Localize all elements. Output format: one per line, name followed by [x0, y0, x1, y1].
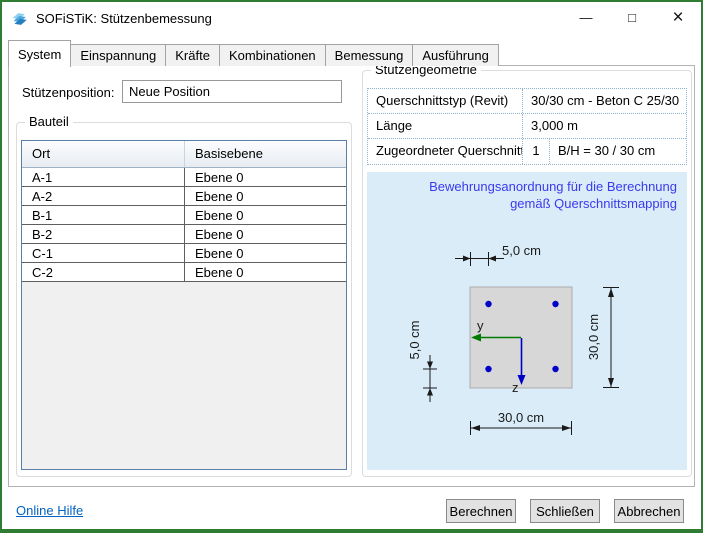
- window-controls: — □ ×: [563, 2, 701, 33]
- table-row[interactable]: C-1 Ebene 0: [22, 244, 346, 263]
- maximize-button[interactable]: □: [609, 2, 655, 33]
- table-row[interactable]: B-2 Ebene 0: [22, 225, 346, 244]
- table-row[interactable]: A-2 Ebene 0: [22, 187, 346, 206]
- property-label: Länge: [368, 114, 523, 138]
- tab-page-system: Stützenposition: Bauteil Ort Basisebene …: [8, 65, 695, 487]
- tab-ausfuehrung[interactable]: Ausführung: [412, 44, 499, 66]
- online-help-link[interactable]: Online Hilfe: [16, 503, 83, 518]
- tab-system[interactable]: System: [8, 40, 71, 67]
- property-value: 30/30 cm - Beton C 25/30: [523, 89, 686, 113]
- property-row-laenge: Länge 3,000 m: [368, 114, 686, 139]
- dialog-window: SOFiSTiK: Stützenbemessung — □ × System …: [0, 0, 703, 533]
- geometrie-property-table: Querschnittstyp (Revit) 30/30 cm - Beton…: [367, 88, 687, 165]
- column-header-basisebene[interactable]: Basisebene: [185, 141, 346, 167]
- cross-section-diagram: y z 5,0 cm: [367, 172, 687, 470]
- property-value: B/H = 30 / 30 cm: [550, 139, 686, 164]
- cell-ort: A-1: [22, 168, 185, 186]
- dimension-left: [423, 355, 437, 402]
- abbrechen-button[interactable]: Abbrechen: [614, 499, 684, 523]
- cell-ort: B-1: [22, 206, 185, 224]
- bauteil-legend: Bauteil: [25, 114, 73, 129]
- schliessen-button[interactable]: Schließen: [530, 499, 600, 523]
- cell-ebene: Ebene 0: [185, 168, 346, 186]
- tab-einspannung[interactable]: Einspannung: [70, 44, 166, 66]
- cell-ebene: Ebene 0: [185, 225, 346, 243]
- cell-ebene: Ebene 0: [185, 263, 346, 281]
- tab-bemessung[interactable]: Bemessung: [325, 44, 414, 66]
- cell-ort: C-1: [22, 244, 185, 262]
- dimension-right-label: 30,0 cm: [586, 314, 601, 360]
- querschnitt-index-field[interactable]: 1: [523, 139, 550, 164]
- bauteil-groupbox: Bauteil Ort Basisebene A-1 Ebene 0 A-2 E…: [16, 122, 352, 477]
- sofistik-logo-icon: [11, 10, 28, 27]
- cell-ebene: Ebene 0: [185, 187, 346, 205]
- table-row[interactable]: C-2 Ebene 0: [22, 263, 346, 282]
- property-value: 3,000 m: [523, 114, 686, 138]
- bauteil-table-header: Ort Basisebene: [22, 141, 346, 168]
- cell-ebene: Ebene 0: [185, 244, 346, 262]
- geometrie-groupbox: Stützengeometrie Querschnittstyp (Revit)…: [362, 70, 692, 477]
- property-label: Zugeordneter Querschnitt: [368, 139, 523, 164]
- title-bar: SOFiSTiK: Stützenbemessung — □ ×: [2, 2, 701, 34]
- tab-kraefte[interactable]: Kräfte: [165, 44, 220, 66]
- close-button[interactable]: ×: [655, 2, 701, 33]
- window-title: SOFiSTiK: Stützenbemessung: [36, 11, 212, 26]
- z-axis-label: z: [512, 380, 519, 395]
- column-header-ort[interactable]: Ort: [22, 141, 185, 167]
- table-row[interactable]: B-1 Ebene 0: [22, 206, 346, 225]
- cell-ebene: Ebene 0: [185, 206, 346, 224]
- cell-ort: C-2: [22, 263, 185, 281]
- bauteil-table: Ort Basisebene A-1 Ebene 0 A-2 Ebene 0 B…: [21, 140, 347, 470]
- dimension-bottom-label: 30,0 cm: [498, 410, 544, 425]
- cross-section-drawing-area: Bewehrungsanordnung für die Berechnung g…: [367, 172, 687, 470]
- y-axis-label: y: [477, 318, 484, 333]
- tab-kombinationen[interactable]: Kombinationen: [219, 44, 326, 66]
- table-row[interactable]: A-1 Ebene 0: [22, 168, 346, 187]
- dimension-right: [603, 287, 619, 388]
- minimize-button[interactable]: —: [563, 2, 609, 33]
- cell-ort: B-2: [22, 225, 185, 243]
- dimension-top: [455, 252, 504, 266]
- position-input[interactable]: [122, 80, 342, 103]
- footer-buttons: Berechnen Schließen Abbrechen: [446, 499, 684, 523]
- property-label: Querschnittstyp (Revit): [368, 89, 523, 113]
- cell-ort: A-2: [22, 187, 185, 205]
- tab-strip: System Einspannung Kräfte Kombinationen …: [8, 40, 499, 67]
- berechnen-button[interactable]: Berechnen: [446, 499, 516, 523]
- property-row-querschnitt: Zugeordneter Querschnitt 1 B/H = 30 / 30…: [368, 139, 686, 164]
- dimension-left-label: 5,0 cm: [407, 320, 422, 359]
- position-label: Stützenposition:: [22, 85, 115, 100]
- dimension-top-label: 5,0 cm: [502, 243, 541, 258]
- property-row-querschnittstyp: Querschnittstyp (Revit) 30/30 cm - Beton…: [368, 89, 686, 114]
